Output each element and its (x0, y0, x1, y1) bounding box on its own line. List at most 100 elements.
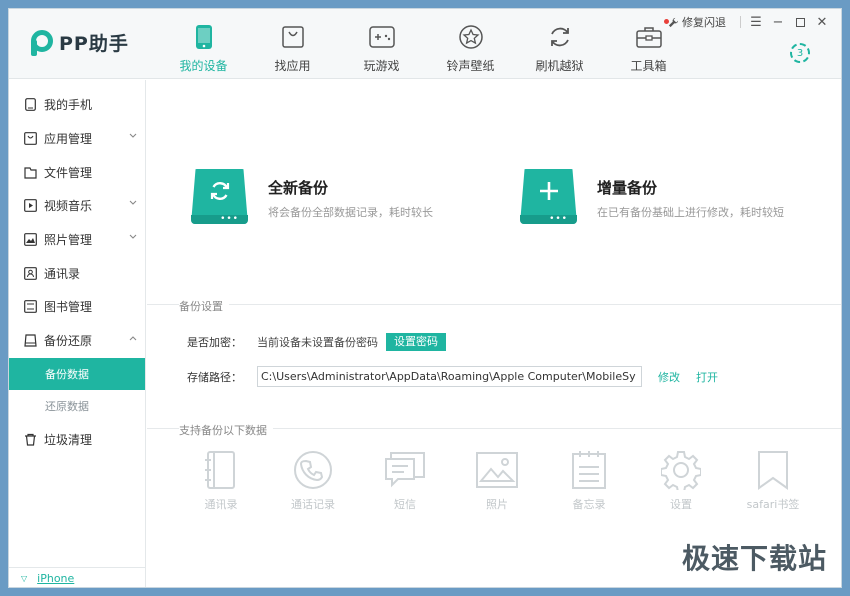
sidebar-item-backup-restore[interactable]: 备份还原 (9, 324, 145, 358)
pp-logo-icon (31, 29, 53, 56)
data-type-photos: 照片 (451, 448, 543, 512)
logo-text: PP助手 (59, 33, 129, 55)
supported-data-list: 通讯录 通话记录 短信 照片 备忘录 设置 safari书签 (175, 448, 819, 512)
bookmark-icon (751, 448, 795, 492)
download-count: 3 (796, 47, 804, 59)
app-window: PP助手 我的设备 找应用 玩游戏 铃声壁纸 刷机越狱 工具箱 修复闪退 ☰ −… (8, 8, 842, 588)
menu-button[interactable]: ☰ (745, 12, 767, 32)
contacts-book-icon (199, 448, 243, 492)
nav-games[interactable]: 玩游戏 (337, 9, 426, 79)
chevron-up-icon (129, 336, 137, 341)
plus-icon (537, 179, 561, 203)
video-icon (23, 199, 37, 213)
toolbox-icon (635, 23, 663, 51)
section-title: 支持备份以下数据 (179, 422, 273, 438)
data-type-label: 短信 (394, 498, 416, 511)
sidebar-subitem-backup-data[interactable]: 备份数据 (9, 357, 145, 390)
nav-jailbreak[interactable]: 刷机越狱 (515, 9, 604, 79)
data-type-label: 照片 (486, 498, 508, 511)
chevron-down-icon (129, 200, 137, 205)
incremental-backup-icon: ••• (520, 169, 577, 224)
sidebar-item-label: 视频音乐 (44, 199, 93, 214)
triangle-down-icon: ▽ (21, 574, 28, 583)
sms-icon (383, 448, 427, 492)
full-backup-icon: ••• (191, 169, 248, 224)
hamburger-icon: ☰ (750, 14, 762, 30)
data-type-safari-bookmarks: safari书签 (727, 448, 819, 512)
incremental-backup-card[interactable]: ••• 增量备份 在已有备份基础上进行修改，耗时较短 (520, 169, 784, 224)
photo-icon (23, 233, 37, 247)
nav-label: 找应用 (274, 59, 311, 73)
sidebar-item-book-management[interactable]: 图书管理 (9, 290, 145, 324)
sidebar-item-my-phone[interactable]: 我的手机 (9, 88, 145, 122)
full-backup-card[interactable]: ••• 全新备份 将会备份全部数据记录，耗时较长 (191, 169, 433, 224)
star-icon (457, 23, 485, 51)
repair-label: 修复闪退 (682, 16, 726, 29)
nav-ringtones[interactable]: 铃声壁纸 (426, 9, 515, 79)
incremental-backup-desc: 在已有备份基础上进行修改，耗时较短 (597, 206, 784, 219)
device-name: iPhone (37, 572, 75, 585)
phone-icon (190, 23, 218, 51)
download-manager-button[interactable]: 3 (790, 43, 810, 63)
photo-icon (475, 448, 519, 492)
gamepad-icon (368, 23, 396, 51)
sidebar-subitem-restore-data[interactable]: 还原数据 (9, 390, 145, 423)
nav-label: 工具箱 (630, 59, 667, 73)
data-type-sms: 短信 (359, 448, 451, 512)
encrypt-label: 是否加密： (187, 336, 242, 349)
set-password-button[interactable]: 设置密码 (386, 333, 446, 351)
data-type-call-log: 通话记录 (267, 448, 359, 512)
refresh-icon (546, 23, 574, 51)
sidebar-item-app-management[interactable]: 应用管理 (9, 122, 145, 156)
phone-call-icon (291, 448, 335, 492)
full-backup-title: 全新备份 (268, 179, 329, 197)
nav-my-device[interactable]: 我的设备 (159, 9, 248, 79)
sidebar-item-label: 照片管理 (44, 233, 93, 248)
sidebar-item-label: 图书管理 (44, 300, 93, 315)
data-type-label: 通话记录 (291, 498, 335, 511)
sidebar-item-junk-clean[interactable]: 垃圾清理 (9, 423, 145, 457)
incremental-backup-title: 增量备份 (597, 179, 658, 197)
nav-label: 刷机越狱 (535, 59, 584, 73)
data-type-settings: 设置 (635, 448, 727, 512)
title-bar: PP助手 我的设备 找应用 玩游戏 铃声壁纸 刷机越狱 工具箱 修复闪退 ☰ −… (9, 9, 841, 79)
folder-icon (23, 165, 37, 179)
modify-path-link[interactable]: 修改 (658, 369, 680, 385)
close-button[interactable]: ✕ (811, 12, 833, 32)
backup-icon (23, 334, 37, 348)
minimize-icon: − (772, 14, 784, 30)
sidebar-item-contacts[interactable]: 通讯录 (9, 256, 145, 290)
storage-path-row: 存储路径： C:\Users\Administrator\AppData\Roa… (187, 366, 718, 387)
main-nav: 我的设备 找应用 玩游戏 铃声壁纸 刷机越狱 工具箱 (159, 9, 693, 79)
sidebar-item-video-music[interactable]: 视频音乐 (9, 189, 145, 223)
data-type-contacts: 通讯录 (175, 448, 267, 512)
sidebar-item-photo-management[interactable]: 照片管理 (9, 223, 145, 257)
minimize-button[interactable]: − (767, 12, 789, 32)
sidebar-item-label: 垃圾清理 (44, 432, 93, 447)
sidebar-item-file-management[interactable]: 文件管理 (9, 155, 145, 189)
sidebar-item-label: 文件管理 (44, 165, 93, 180)
sidebar-subitem-label: 还原数据 (45, 400, 89, 414)
device-selector[interactable]: ▽ iPhone (9, 567, 146, 587)
sidebar-item-label: 备份还原 (44, 334, 93, 349)
phone-icon (23, 98, 37, 112)
app-bag-icon (23, 132, 37, 146)
storage-path-field[interactable]: C:\Users\Administrator\AppData\Roaming\A… (257, 366, 642, 387)
wrench-icon (668, 17, 679, 27)
maximize-button[interactable] (789, 12, 811, 32)
window-controls: 修复闪退 ☰ − ✕ (668, 12, 833, 32)
memo-icon (567, 448, 611, 492)
nav-label: 我的设备 (179, 59, 228, 73)
data-type-label: safari书签 (746, 498, 800, 511)
repair-crash-button[interactable]: 修复闪退 (668, 14, 726, 30)
backup-settings-header: 备份设置 (147, 298, 841, 318)
open-path-link[interactable]: 打开 (696, 369, 718, 385)
close-icon: ✕ (816, 14, 828, 30)
full-backup-desc: 将会备份全部数据记录，耗时较长 (268, 206, 433, 219)
encrypt-row: 是否加密： 当前设备未设置备份密码 设置密码 (187, 333, 446, 351)
app-bag-icon (279, 23, 307, 51)
book-icon (23, 300, 37, 314)
nav-find-apps[interactable]: 找应用 (248, 9, 337, 79)
encrypt-status: 当前设备未设置备份密码 (257, 336, 378, 349)
section-title: 备份设置 (179, 298, 229, 314)
